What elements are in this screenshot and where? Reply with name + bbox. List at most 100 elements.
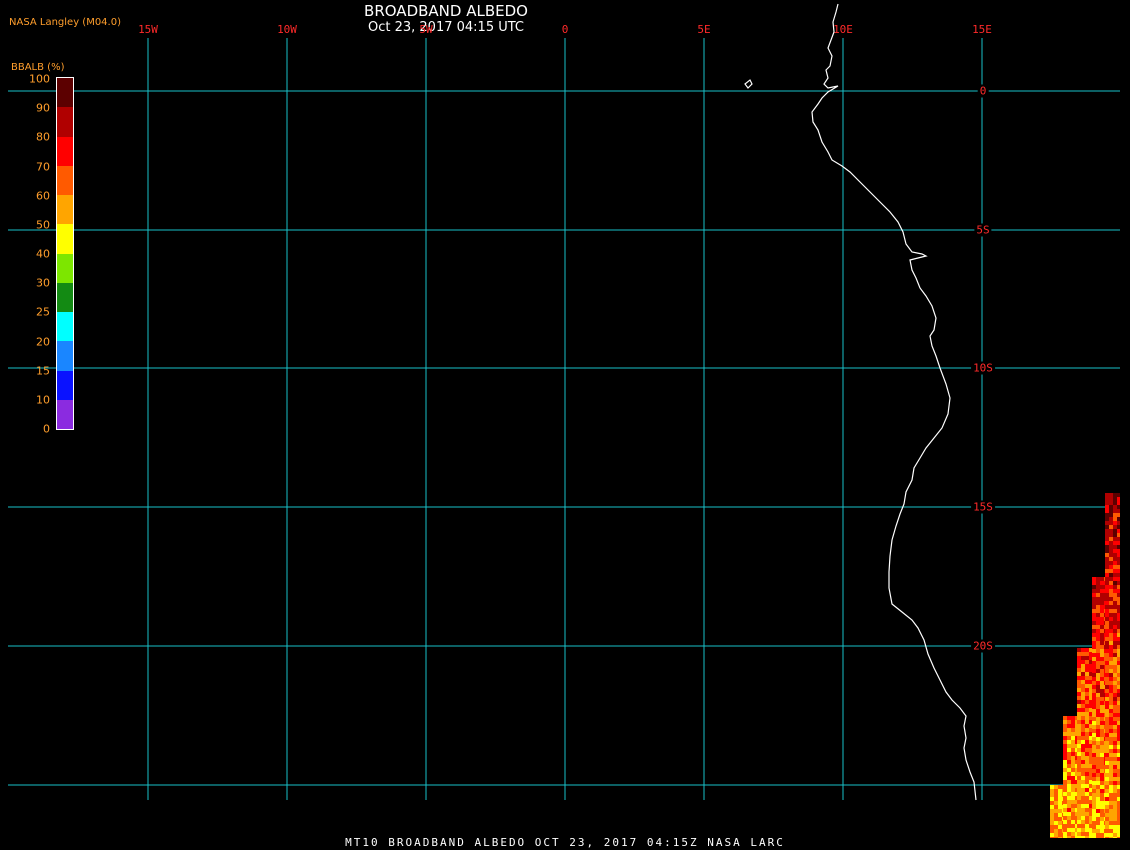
albedo-pixel — [1081, 692, 1085, 696]
albedo-pixel — [1117, 697, 1120, 701]
albedo-pixel — [1113, 745, 1117, 749]
albedo-pixel — [1085, 816, 1089, 820]
albedo-pixel — [1113, 645, 1117, 649]
albedo-pixel — [1081, 672, 1085, 676]
albedo-pixel — [1050, 793, 1054, 797]
albedo-pixel — [1077, 808, 1081, 812]
albedo-pixel — [1105, 721, 1109, 725]
albedo-pixel — [1105, 525, 1109, 529]
colorbar-tick-label: 30 — [36, 276, 50, 290]
albedo-pixel — [1092, 793, 1096, 797]
albedo-pixel — [1117, 573, 1120, 577]
albedo-pixel — [1050, 797, 1054, 801]
albedo-pixel — [1081, 652, 1085, 656]
albedo-pixel — [1100, 813, 1104, 817]
albedo-pixel — [1089, 716, 1092, 720]
albedo-pixel — [1092, 645, 1096, 649]
albedo-pixel — [1092, 705, 1096, 709]
albedo-pixel — [1105, 773, 1109, 777]
albedo-pixel — [1067, 736, 1071, 740]
albedo-pixel — [1113, 769, 1117, 773]
albedo-pixel — [1075, 744, 1077, 748]
albedo-pixel — [1067, 828, 1071, 832]
albedo-pixel — [1096, 601, 1100, 605]
albedo-pixel — [1081, 776, 1085, 780]
albedo-pixel — [1117, 553, 1120, 557]
albedo-pixel — [1100, 669, 1104, 673]
albedo-pixel — [1105, 781, 1109, 785]
albedo-pixel — [1077, 700, 1081, 704]
albedo-pixel — [1085, 808, 1089, 812]
albedo-pixel — [1117, 581, 1120, 585]
albedo-pixel — [1067, 752, 1071, 756]
albedo-pixel — [1081, 780, 1085, 784]
albedo-pixel — [1105, 709, 1109, 713]
albedo-pixel — [1067, 792, 1071, 796]
albedo-pixel — [1117, 533, 1120, 537]
albedo-pixel — [1105, 545, 1109, 549]
albedo-pixel — [1104, 649, 1105, 653]
albedo-pixel — [1109, 653, 1113, 657]
albedo-pixel — [1109, 557, 1113, 561]
albedo-pixel — [1085, 680, 1089, 684]
albedo-pixel — [1113, 765, 1117, 769]
colorbar-tick-label: 80 — [36, 130, 50, 144]
albedo-pixel — [1109, 769, 1113, 773]
albedo-pixel — [1117, 589, 1120, 593]
albedo-pixel — [1085, 820, 1089, 824]
colorbar-tick-label: 70 — [36, 160, 50, 173]
colorbar-swatch — [57, 165, 73, 195]
albedo-pixel — [1081, 704, 1085, 708]
longitude-label: 15W — [138, 23, 158, 36]
albedo-pixel — [1089, 772, 1092, 776]
albedo-pixel — [1075, 812, 1077, 816]
albedo-pixel — [1117, 785, 1120, 789]
albedo-pixel — [1075, 800, 1077, 804]
albedo-pixel — [1109, 657, 1113, 661]
albedo-pixel — [1117, 817, 1120, 821]
albedo-pixel — [1113, 541, 1117, 545]
albedo-pixel — [1077, 784, 1081, 788]
albedo-pixel — [1105, 641, 1109, 645]
longitude-label: 5E — [697, 23, 711, 36]
albedo-pixel — [1117, 745, 1120, 749]
albedo-pixel — [1077, 760, 1081, 764]
albedo-pixel — [1105, 617, 1109, 621]
albedo-pixel — [1092, 581, 1096, 585]
albedo-pixel — [1085, 744, 1089, 748]
albedo-pixel — [1100, 685, 1104, 689]
latitude-label: 5S — [974, 223, 992, 237]
albedo-pixel — [1113, 825, 1117, 829]
albedo-pixel — [1050, 785, 1054, 789]
albedo-pixel — [1081, 716, 1085, 720]
albedo-pixel — [1089, 704, 1092, 708]
albedo-pixel — [1096, 733, 1100, 737]
albedo-pixel — [1105, 645, 1109, 649]
albedo-pixel — [1063, 744, 1067, 748]
albedo-pixel — [1067, 768, 1071, 772]
albedo-pixel — [1117, 617, 1120, 621]
albedo-data-region — [1050, 493, 1120, 838]
albedo-pixel — [1117, 665, 1120, 669]
albedo-pixel — [1071, 784, 1075, 788]
albedo-pixel — [1109, 749, 1113, 753]
albedo-pixel — [1054, 825, 1058, 829]
albedo-pixel — [1109, 541, 1113, 545]
albedo-pixel — [1067, 764, 1071, 768]
albedo-pixel — [1104, 741, 1105, 745]
albedo-pixel — [1105, 561, 1109, 565]
albedo-pixel — [1063, 760, 1067, 764]
albedo-pixel — [1096, 797, 1100, 801]
albedo-pixel — [1117, 577, 1120, 581]
albedo-pixel — [1105, 533, 1109, 537]
albedo-pixel — [1113, 793, 1117, 797]
albedo-pixel — [1081, 696, 1085, 700]
albedo-pixel — [1113, 805, 1117, 809]
albedo-pixel — [1100, 613, 1104, 617]
albedo-pixel — [1081, 760, 1085, 764]
albedo-pixel — [1089, 732, 1092, 736]
albedo-pixel — [1063, 752, 1067, 756]
albedo-pixel — [1105, 529, 1109, 533]
albedo-pixel — [1113, 757, 1117, 761]
albedo-pixel — [1109, 601, 1113, 605]
